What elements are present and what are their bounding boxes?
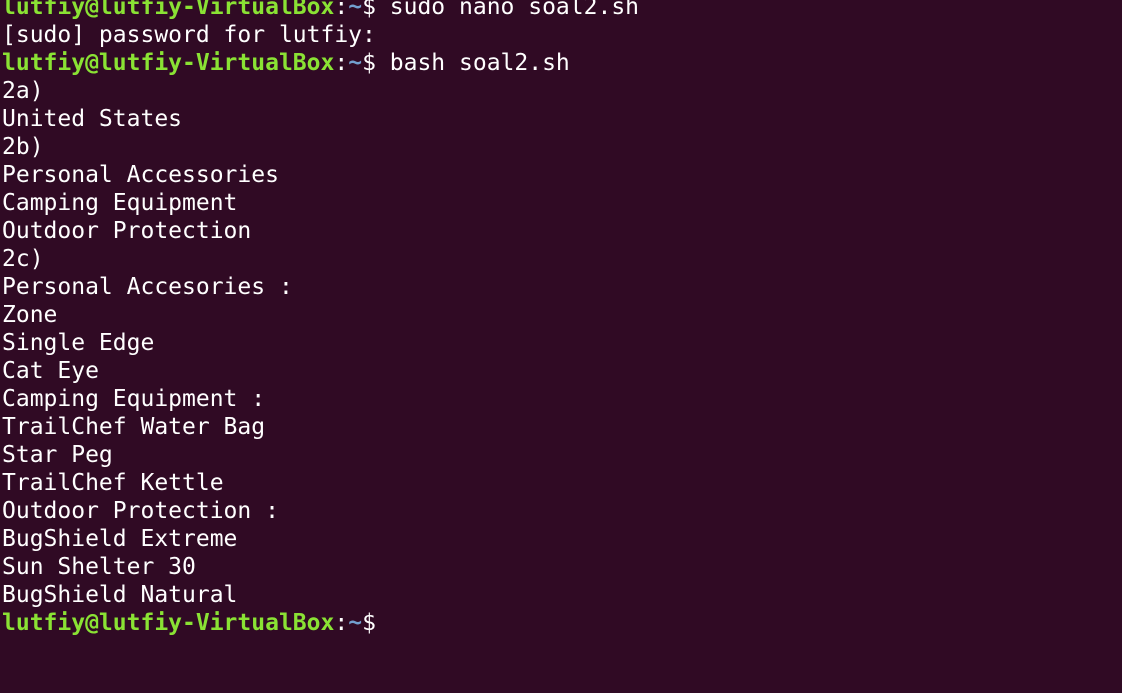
output-line: Camping Equipment : [2,385,639,413]
output-line: BugShield Extreme [2,525,639,553]
output-text: United States [2,106,183,132]
prompt-dollar: $ [362,0,376,20]
terminal-output: lutfiy@lutfiy-VirtualBox:~$ sudo nano so… [2,0,639,637]
output-text: BugShield Natural [2,582,238,608]
prompt-dollar: $ [362,50,376,76]
prompt-line: lutfiy@lutfiy-VirtualBox:~$ sudo nano so… [2,0,639,21]
output-text: Star Peg [2,442,113,468]
output-line: 2b) [2,133,639,161]
output-text: [sudo] password for lutfiy: [2,22,376,48]
prompt-path: ~ [348,610,363,636]
output-line: Outdoor Protection [2,217,639,245]
output-line: Personal Accessories [2,161,639,189]
output-text: TrailChef Kettle [2,470,224,496]
output-line: Sun Shelter 30 [2,553,639,581]
output-text: Outdoor Protection : [2,498,279,524]
command-text: sudo nano soal2.sh [375,0,640,20]
prompt-separator: : [334,0,349,20]
output-text: 2b) [2,134,44,160]
output-line: Zone [2,301,639,329]
output-text: Personal Accessories [2,162,279,188]
output-line: 2c) [2,245,639,273]
terminal-window[interactable]: lutfiy@lutfiy-VirtualBox:~$ sudo nano so… [0,0,1122,693]
output-text: Camping Equipment [2,190,238,216]
output-text: Personal Accesories : [2,274,293,300]
prompt-line: lutfiy@lutfiy-VirtualBox:~$ bash soal2.s… [2,49,639,77]
prompt-path: ~ [348,50,363,76]
output-text: Camping Equipment : [2,386,266,412]
output-text: TrailChef Water Bag [2,414,266,440]
output-line: 2a) [2,77,639,105]
prompt-separator: : [334,50,349,76]
output-text: Outdoor Protection [2,218,252,244]
output-line: Cat Eye [2,357,639,385]
output-line: Single Edge [2,329,639,357]
output-text: Cat Eye [2,358,99,384]
prompt-user-host: lutfiy@lutfiy-VirtualBox [2,0,335,20]
output-line: BugShield Natural [2,581,639,609]
prompt-path: ~ [348,0,363,20]
output-line: Outdoor Protection : [2,497,639,525]
output-line: Camping Equipment [2,189,639,217]
output-line: United States [2,105,639,133]
prompt-separator: : [334,610,349,636]
prompt-line: lutfiy@lutfiy-VirtualBox:~$ [2,609,639,637]
output-line: [sudo] password for lutfiy: [2,21,639,49]
output-line: TrailChef Kettle [2,469,639,497]
prompt-user-host: lutfiy@lutfiy-VirtualBox [2,610,335,636]
output-line: TrailChef Water Bag [2,413,639,441]
output-line: Star Peg [2,441,639,469]
output-text: Single Edge [2,330,155,356]
output-text: 2a) [2,78,44,104]
prompt-dollar: $ [362,610,376,636]
output-text: Sun Shelter 30 [2,554,196,580]
output-text: BugShield Extreme [2,526,238,552]
prompt-user-host: lutfiy@lutfiy-VirtualBox [2,50,335,76]
output-line: Personal Accesories : [2,273,639,301]
command-text: bash soal2.sh [375,50,570,76]
output-text: Zone [2,302,58,328]
output-text: 2c) [2,246,44,272]
